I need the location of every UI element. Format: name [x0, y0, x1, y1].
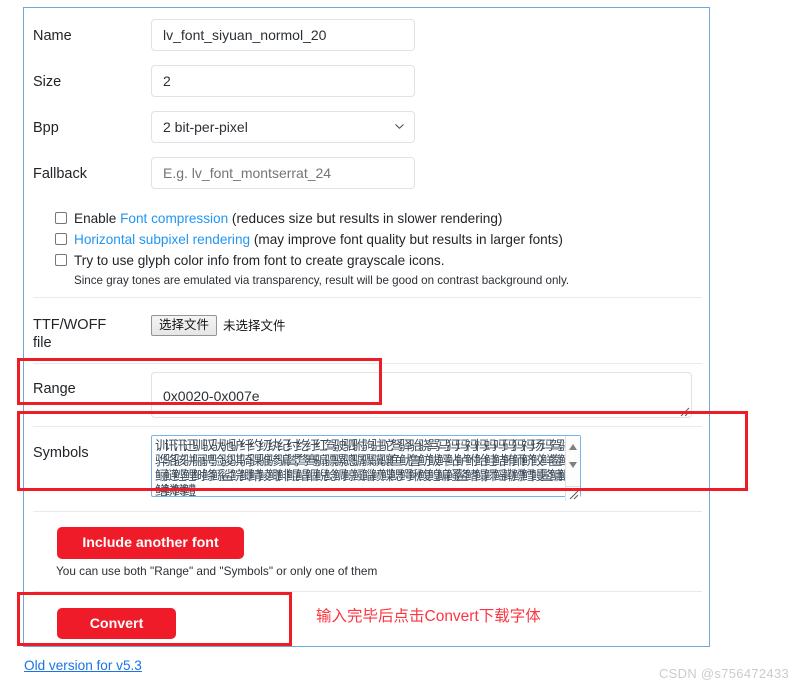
symbols-textarea-wrap	[151, 435, 581, 502]
label-size: Size	[33, 74, 62, 90]
label-ttf-file: TTF/WOFF file	[33, 314, 151, 352]
label-range: Range	[33, 381, 76, 397]
divider-top	[33, 297, 702, 298]
font-compression-checkbox[interactable]	[55, 212, 67, 224]
label-ttf-line1: TTF/WOFF	[33, 317, 107, 333]
subpixel-rendering-link[interactable]: Horizontal subpixel rendering	[74, 232, 250, 247]
include-another-font-button[interactable]: Include another font	[57, 527, 244, 559]
range-input[interactable]	[151, 372, 692, 418]
divider-convert-top	[33, 591, 702, 592]
resize-grip-icon	[569, 490, 579, 500]
annotation-text: 输入完毕后点击Convert下载字体	[316, 608, 541, 625]
checkbox-row-subpixel-rendering[interactable]: Horizontal subpixel rendering (may impro…	[55, 231, 563, 248]
font-compression-post: (reduces size but results in slower rend…	[228, 211, 503, 226]
convert-button[interactable]: Convert	[57, 608, 176, 639]
subpixel-rendering-post: (may improve font quality but results in…	[250, 232, 563, 247]
symbols-resize-grip[interactable]	[565, 486, 580, 501]
form-row-size: Size	[33, 65, 415, 97]
file-input-group[interactable]: 选择文件 未选择文件	[151, 314, 286, 336]
scroll-down-arrow-icon[interactable]	[569, 462, 577, 468]
checkbox-row-font-compression[interactable]: Enable Font compression (reduces size bu…	[55, 210, 502, 227]
scroll-up-arrow-icon[interactable]	[569, 444, 577, 450]
divider-symbols-top	[33, 426, 702, 427]
font-compression-pre: Enable	[74, 211, 121, 226]
csdn-watermark: CSDN @s756472433	[658, 666, 789, 681]
subpixel-rendering-checkbox[interactable]	[55, 233, 67, 245]
bpp-select-wrap[interactable]: 2 bit-per-pixel	[151, 111, 415, 143]
label-ttf-line2: file	[33, 335, 52, 351]
font-compression-label: Enable Font compression (reduces size bu…	[74, 210, 502, 227]
subpixel-rendering-label: Horizontal subpixel rendering (may impro…	[74, 231, 563, 248]
size-input[interactable]	[151, 65, 415, 97]
bpp-select-value[interactable]: 2 bit-per-pixel	[151, 111, 415, 143]
choose-file-button[interactable]: 选择文件	[151, 315, 218, 336]
font-converter-card: Name Size Bpp 2 bit-per-pixel Fallback	[23, 7, 710, 647]
form-row-symbols: Symbols	[33, 435, 581, 502]
old-version-link[interactable]: Old version for v5.3	[24, 658, 142, 673]
form-row-name: Name	[33, 19, 415, 51]
range-resize-grip-icon[interactable]	[679, 406, 690, 417]
file-status-label: 未选择文件	[223, 318, 286, 333]
checkbox-row-glyph-color[interactable]: Try to use glyph color info from font to…	[55, 252, 444, 269]
name-input[interactable]	[151, 19, 415, 51]
label-fallback: Fallback	[33, 166, 87, 182]
form-row-ttf-file: TTF/WOFF file 选择文件 未选择文件	[33, 314, 286, 352]
form-row-bpp: Bpp 2 bit-per-pixel	[33, 111, 415, 143]
fallback-input[interactable]	[151, 157, 415, 189]
label-symbols: Symbols	[33, 445, 89, 461]
range-symbols-helper-text: You can use both "Range" and "Symbols" o…	[56, 564, 378, 578]
glyph-color-checkbox[interactable]	[55, 254, 67, 266]
glyph-color-label: Try to use glyph color info from font to…	[74, 253, 445, 268]
form-row-range: Range	[33, 372, 692, 418]
grayscale-note: Since gray tones are emulated via transp…	[74, 274, 570, 287]
range-input-wrap	[151, 372, 692, 418]
divider-include-top	[33, 511, 702, 512]
symbols-textarea[interactable]	[151, 435, 581, 497]
label-bpp: Bpp	[33, 120, 59, 136]
divider-range-top	[33, 363, 702, 364]
font-compression-link[interactable]: Font compression	[120, 211, 228, 226]
form-row-fallback: Fallback	[33, 157, 415, 189]
label-name: Name	[33, 28, 72, 44]
page-root: Name Size Bpp 2 bit-per-pixel Fallback	[0, 0, 801, 688]
